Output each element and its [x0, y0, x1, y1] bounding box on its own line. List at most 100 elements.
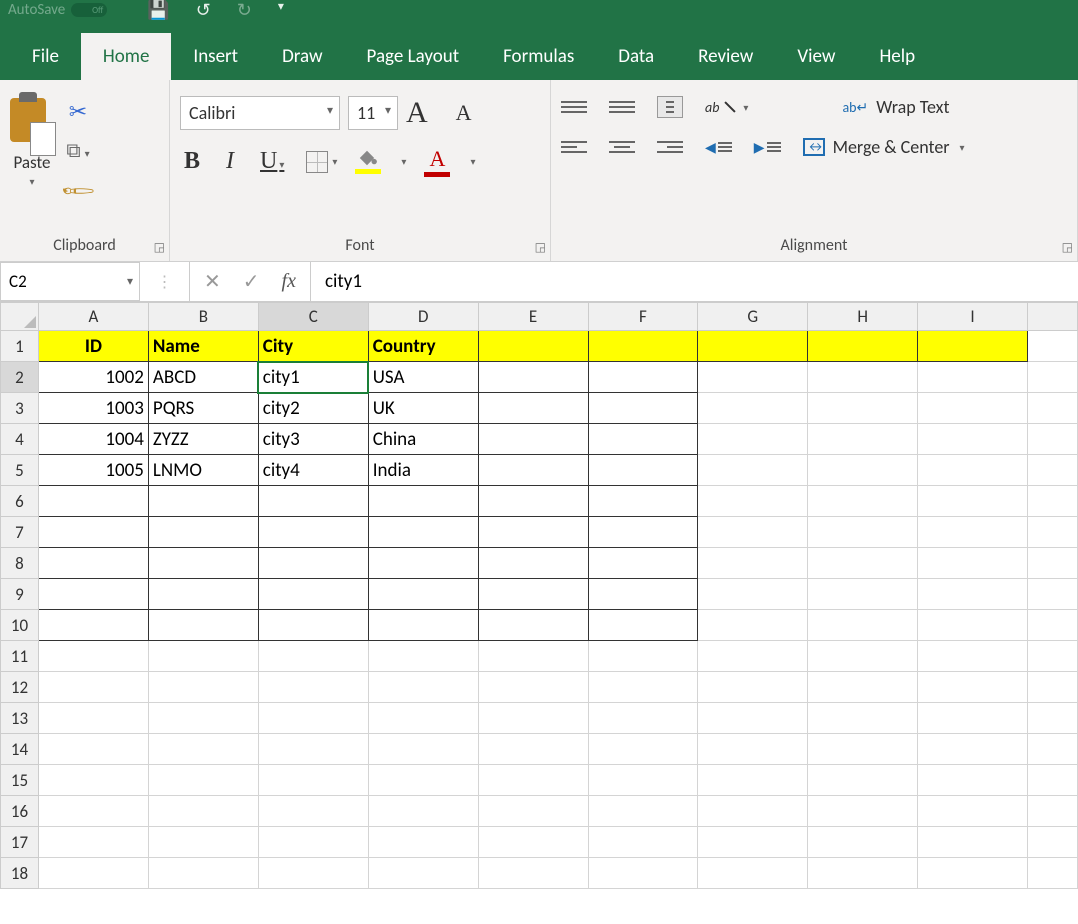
- cell-D16[interactable]: [368, 796, 478, 827]
- cell-F10[interactable]: [588, 610, 698, 641]
- cell-next-${r}[interactable]: [1027, 765, 1077, 796]
- format-painter-icon[interactable]: 🖌: [59, 171, 98, 210]
- cell-F7[interactable]: [588, 517, 698, 548]
- cell-A9[interactable]: [38, 579, 148, 610]
- column-header-G[interactable]: G: [698, 303, 808, 331]
- cell-I18[interactable]: [918, 858, 1028, 889]
- cell-C2[interactable]: city1: [258, 362, 368, 393]
- cell-H17[interactable]: [808, 827, 918, 858]
- formula-input[interactable]: city1: [311, 262, 1078, 301]
- spreadsheet-grid[interactable]: ABCDEFGHI1IDNameCityCountry21002ABCDcity…: [0, 302, 1078, 889]
- cell-F6[interactable]: [588, 486, 698, 517]
- cell-B14[interactable]: [148, 734, 258, 765]
- cell-F3[interactable]: [588, 393, 698, 424]
- cell-F11[interactable]: [588, 641, 698, 672]
- cell-H4[interactable]: [808, 424, 918, 455]
- redo-icon[interactable]: ↻: [237, 0, 252, 21]
- cell-next-${r}[interactable]: [1027, 486, 1077, 517]
- borders-button[interactable]: ▾: [306, 151, 337, 173]
- wrap-text-button[interactable]: ab↵ Wrap Text: [842, 96, 949, 118]
- cell-A4[interactable]: 1004: [38, 424, 148, 455]
- cell-G1[interactable]: [698, 331, 808, 362]
- font-color-button[interactable]: A: [424, 146, 450, 177]
- cell-C16[interactable]: [258, 796, 368, 827]
- cell-E7[interactable]: [478, 517, 588, 548]
- row-header-18[interactable]: 18: [1, 858, 39, 889]
- cell-B1[interactable]: Name: [148, 331, 258, 362]
- italic-button[interactable]: I: [222, 146, 238, 177]
- cell-H14[interactable]: [808, 734, 918, 765]
- copy-icon[interactable]: ⧉: [66, 139, 89, 163]
- cell-H9[interactable]: [808, 579, 918, 610]
- cell-H2[interactable]: [808, 362, 918, 393]
- row-header-7[interactable]: 7: [1, 517, 39, 548]
- row-header-5[interactable]: 5: [1, 455, 39, 486]
- tab-review[interactable]: Review: [676, 33, 775, 80]
- row-header-10[interactable]: 10: [1, 610, 39, 641]
- cell-C3[interactable]: city2: [258, 393, 368, 424]
- cell-C14[interactable]: [258, 734, 368, 765]
- cell-D17[interactable]: [368, 827, 478, 858]
- cell-D9[interactable]: [368, 579, 478, 610]
- cell-D2[interactable]: USA: [368, 362, 478, 393]
- cell-A18[interactable]: [38, 858, 148, 889]
- cell-F5[interactable]: [588, 455, 698, 486]
- cell-E13[interactable]: [478, 703, 588, 734]
- cell-A10[interactable]: [38, 610, 148, 641]
- cell-D6[interactable]: [368, 486, 478, 517]
- cell-next-${r}[interactable]: [1027, 796, 1077, 827]
- cell-G17[interactable]: [698, 827, 808, 858]
- cell-D5[interactable]: India: [368, 455, 478, 486]
- cell-E3[interactable]: [478, 393, 588, 424]
- cell-E2[interactable]: [478, 362, 588, 393]
- cell-E15[interactable]: [478, 765, 588, 796]
- cell-B17[interactable]: [148, 827, 258, 858]
- cell-next-${r}[interactable]: [1027, 548, 1077, 579]
- cell-C6[interactable]: [258, 486, 368, 517]
- cell-I5[interactable]: [918, 455, 1028, 486]
- decrease-indent-icon[interactable]: ◀: [705, 139, 732, 156]
- font-name-combo[interactable]: Calibri ▾: [180, 96, 340, 130]
- cell-I11[interactable]: [918, 641, 1028, 672]
- row-header-3[interactable]: 3: [1, 393, 39, 424]
- cell-next-${r}[interactable]: [1027, 734, 1077, 765]
- cell-next-${r}[interactable]: [1027, 517, 1077, 548]
- cell-next-${r}[interactable]: [1027, 672, 1077, 703]
- cell-D11[interactable]: [368, 641, 478, 672]
- cell-next-${r}[interactable]: [1027, 641, 1077, 672]
- cell-B6[interactable]: [148, 486, 258, 517]
- autosave-toggle[interactable]: AutoSave Off: [8, 1, 107, 19]
- cell-F12[interactable]: [588, 672, 698, 703]
- decrease-font-icon[interactable]: A: [456, 100, 472, 126]
- cell-I14[interactable]: [918, 734, 1028, 765]
- tab-insert[interactable]: Insert: [171, 33, 260, 80]
- enter-formula-icon[interactable]: ✓: [243, 269, 260, 294]
- tab-draw[interactable]: Draw: [260, 33, 344, 80]
- cell-I13[interactable]: [918, 703, 1028, 734]
- align-middle-icon[interactable]: [609, 101, 635, 113]
- cell-H16[interactable]: [808, 796, 918, 827]
- cell-A11[interactable]: [38, 641, 148, 672]
- cell-A1[interactable]: ID: [38, 331, 148, 362]
- cell-G13[interactable]: [698, 703, 808, 734]
- row-header-2[interactable]: 2: [1, 362, 39, 393]
- cell-G15[interactable]: [698, 765, 808, 796]
- cell-B2[interactable]: ABCD: [148, 362, 258, 393]
- cell-I10[interactable]: [918, 610, 1028, 641]
- cell-next-${r}[interactable]: [1027, 331, 1077, 362]
- column-header-D[interactable]: D: [368, 303, 478, 331]
- align-top-icon[interactable]: [561, 101, 587, 113]
- cell-I2[interactable]: [918, 362, 1028, 393]
- cell-A13[interactable]: [38, 703, 148, 734]
- clipboard-dialog-launcher-icon[interactable]: ◲: [154, 240, 165, 255]
- cell-A2[interactable]: 1002: [38, 362, 148, 393]
- cell-C4[interactable]: city3: [258, 424, 368, 455]
- qat-dropdown-icon[interactable]: ▾: [278, 0, 284, 21]
- cell-H12[interactable]: [808, 672, 918, 703]
- cell-F2[interactable]: [588, 362, 698, 393]
- cell-A5[interactable]: 1005: [38, 455, 148, 486]
- fill-color-button[interactable]: [355, 149, 381, 174]
- cell-I3[interactable]: [918, 393, 1028, 424]
- cell-B4[interactable]: ZYZZ: [148, 424, 258, 455]
- select-all-corner[interactable]: [1, 303, 39, 331]
